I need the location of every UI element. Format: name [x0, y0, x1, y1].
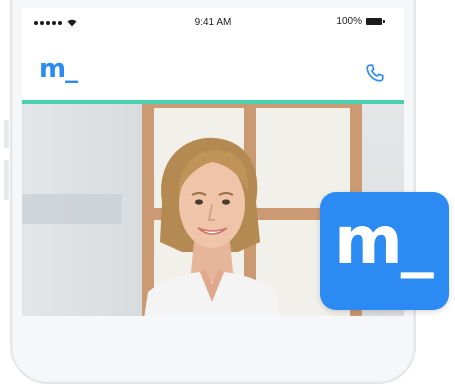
phone-side-button [4, 160, 9, 200]
app-icon[interactable]: m_ [320, 192, 449, 310]
status-bar: 9:41 AM 100% [22, 8, 404, 38]
app-icon-logo: m_ [334, 202, 434, 279]
doctor-portrait [144, 137, 280, 316]
app-bar: m_ [22, 38, 404, 100]
app-logo: m_ [39, 54, 78, 84]
call-button[interactable] [364, 62, 386, 84]
battery-indicator: 100% [336, 16, 385, 27]
battery-percent: 100% [336, 16, 362, 27]
phone-icon [366, 64, 384, 82]
battery-icon [366, 18, 385, 25]
phone-volume-button [4, 120, 9, 148]
